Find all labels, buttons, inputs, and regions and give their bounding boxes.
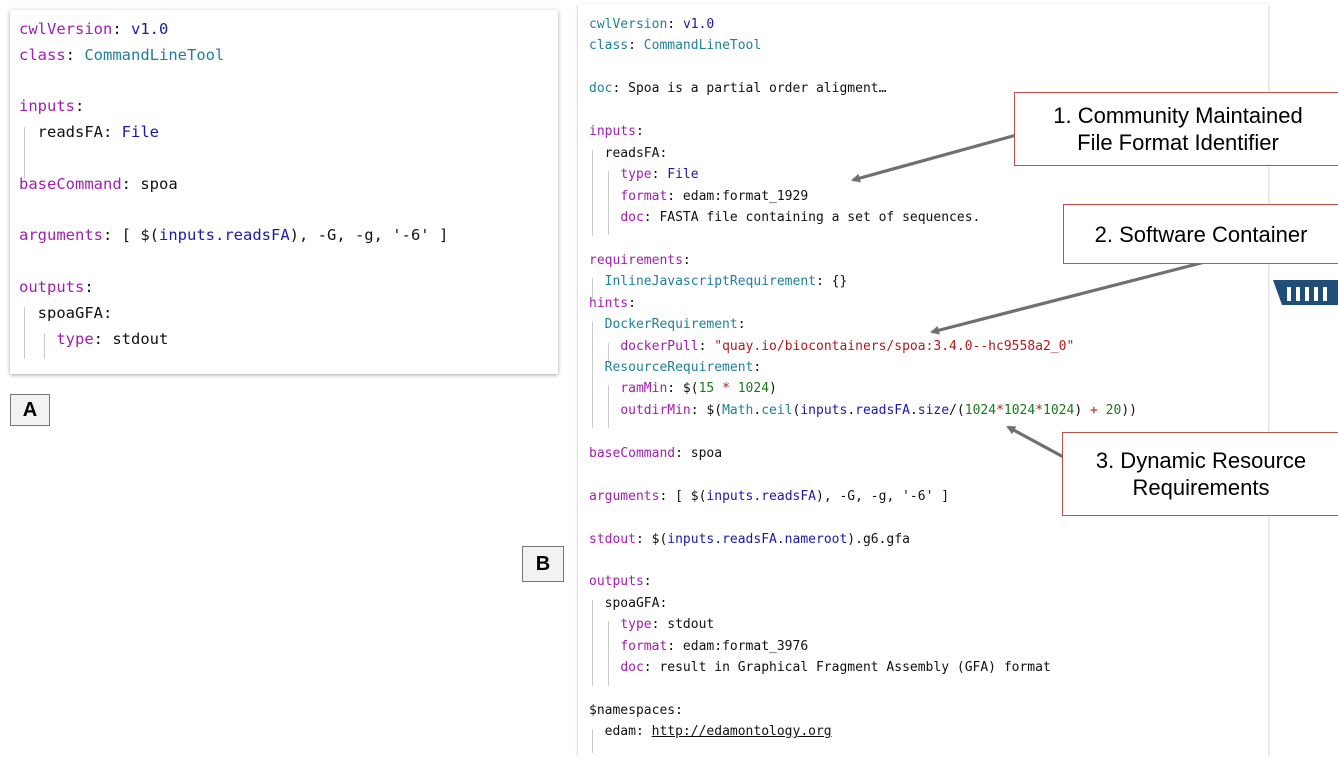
callout-line: Requirements [1132, 475, 1270, 500]
callout-dynamic-resources: 3. Dynamic Resource Requirements [1062, 432, 1338, 516]
callout-software-container: 2. Software Container [1063, 204, 1338, 264]
arrow-2 [930, 260, 1206, 335]
callout-line: 3. Dynamic Resource [1095, 448, 1307, 473]
shipping-container-icon [1273, 280, 1338, 305]
callout-line: 1. Community Maintained [1053, 103, 1303, 128]
callout-line: 2. Software Container [1094, 221, 1308, 247]
callout-line: File Format Identifier [1077, 130, 1279, 155]
callout-file-format: 1. Community Maintained File Format Iden… [1014, 92, 1338, 166]
